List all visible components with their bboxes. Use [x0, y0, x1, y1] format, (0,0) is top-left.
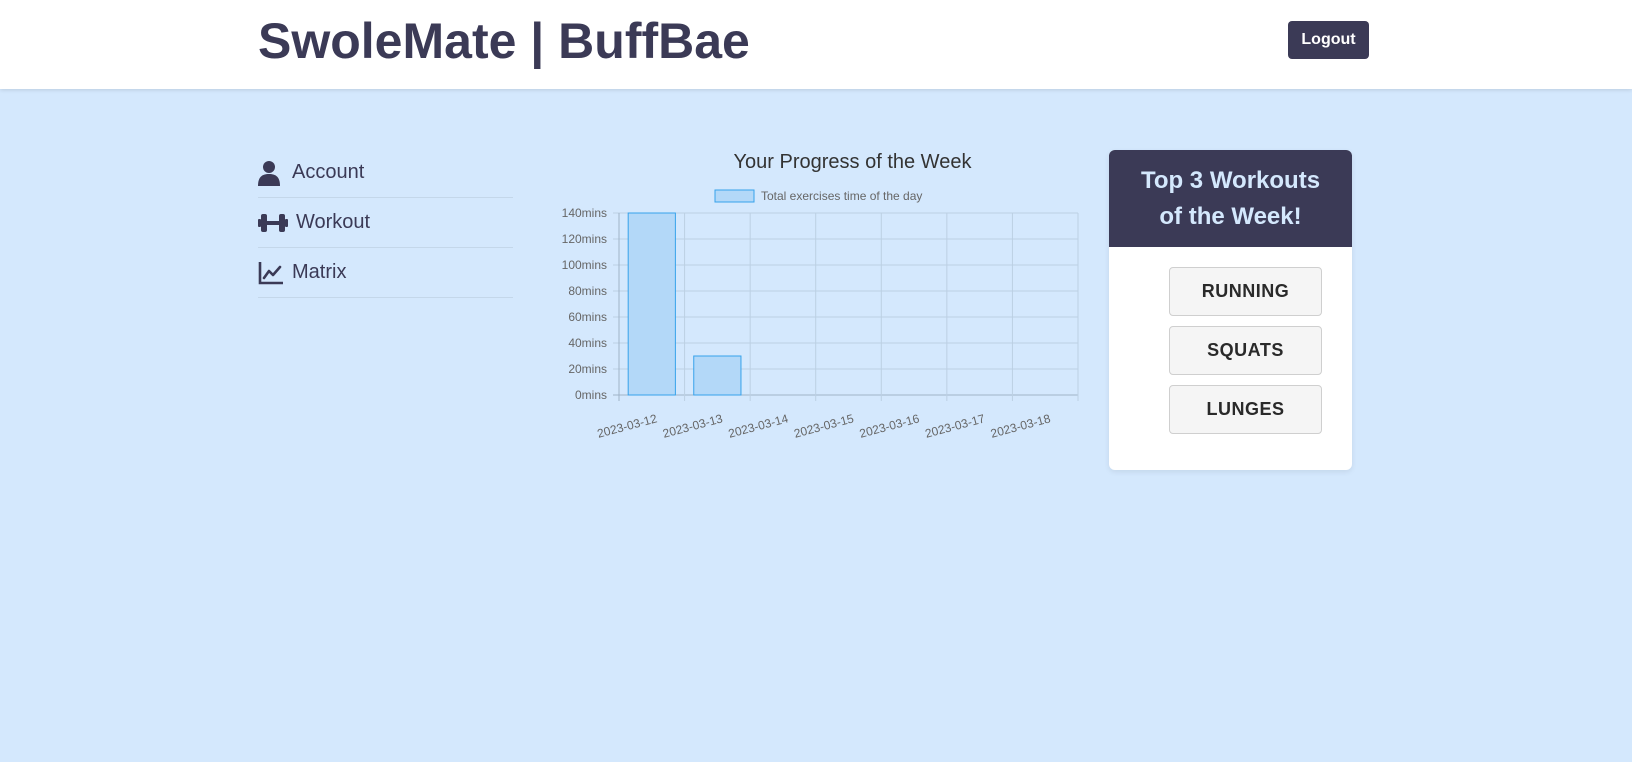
y-tick-label: 80mins	[568, 284, 607, 298]
legend-label: Total exercises time of the day	[761, 189, 922, 203]
top-workouts-card: Top 3 Workouts of the Week! RUNNING SQUAT…	[1109, 150, 1352, 470]
legend-swatch	[714, 189, 755, 203]
top-workouts-list: RUNNING SQUATS LUNGES	[1169, 267, 1322, 444]
workout-button-running[interactable]: RUNNING	[1169, 267, 1322, 316]
sidebar-item-account[interactable]: Account	[258, 148, 513, 198]
sidebar-item-matrix[interactable]: Matrix	[258, 248, 513, 298]
x-tick-label: 2023-03-18	[989, 411, 1052, 440]
weekly-progress-chart: Your Progress of the Week Total exercises…	[545, 140, 1085, 450]
bar-chart-svg: Your Progress of the Week Total exercises…	[562, 151, 1079, 441]
chart-title: Your Progress of the Week	[734, 151, 973, 173]
sidebar-item-label: Account	[292, 161, 365, 183]
x-tick-label: 2023-03-14	[727, 411, 790, 440]
bar-2023-03-12	[627, 212, 676, 396]
x-tick-label: 2023-03-15	[792, 411, 855, 440]
y-tick-label: 20mins	[568, 362, 607, 376]
user-icon	[258, 159, 288, 187]
y-tick-label: 120mins	[562, 232, 607, 246]
x-tick-label: 2023-03-17	[923, 411, 986, 440]
x-tick-label: 2023-03-13	[661, 411, 724, 440]
brand-title: SwoleMate | BuffBae	[258, 13, 750, 69]
y-tick-label: 140mins	[562, 206, 607, 220]
top-workouts-title: Top 3 Workouts of the Week!	[1109, 150, 1352, 247]
y-tick-label: 100mins	[562, 258, 607, 272]
sidebar-item-label: Workout	[296, 211, 371, 233]
logout-button[interactable]: Logout	[1288, 21, 1369, 59]
sidebar-item-workout[interactable]: Workout	[258, 198, 513, 248]
workout-button-squats[interactable]: SQUATS	[1169, 326, 1322, 375]
y-tick-label: 40mins	[568, 336, 607, 350]
sidebar-item-label: Matrix	[292, 261, 347, 283]
sidebar-nav: Account Workout Matrix	[258, 148, 513, 298]
x-tick-label: 2023-03-12	[596, 411, 659, 440]
x-tick-label: 2023-03-16	[858, 411, 921, 440]
y-tick-label: 0mins	[575, 388, 607, 402]
line-chart-icon	[258, 259, 288, 287]
top-header: SwoleMate | BuffBae Logout	[0, 0, 1632, 89]
dumbbell-icon	[258, 209, 288, 237]
y-tick-label: 60mins	[568, 310, 607, 324]
bar-2023-03-13	[693, 355, 742, 396]
workout-button-lunges[interactable]: LUNGES	[1169, 385, 1322, 434]
